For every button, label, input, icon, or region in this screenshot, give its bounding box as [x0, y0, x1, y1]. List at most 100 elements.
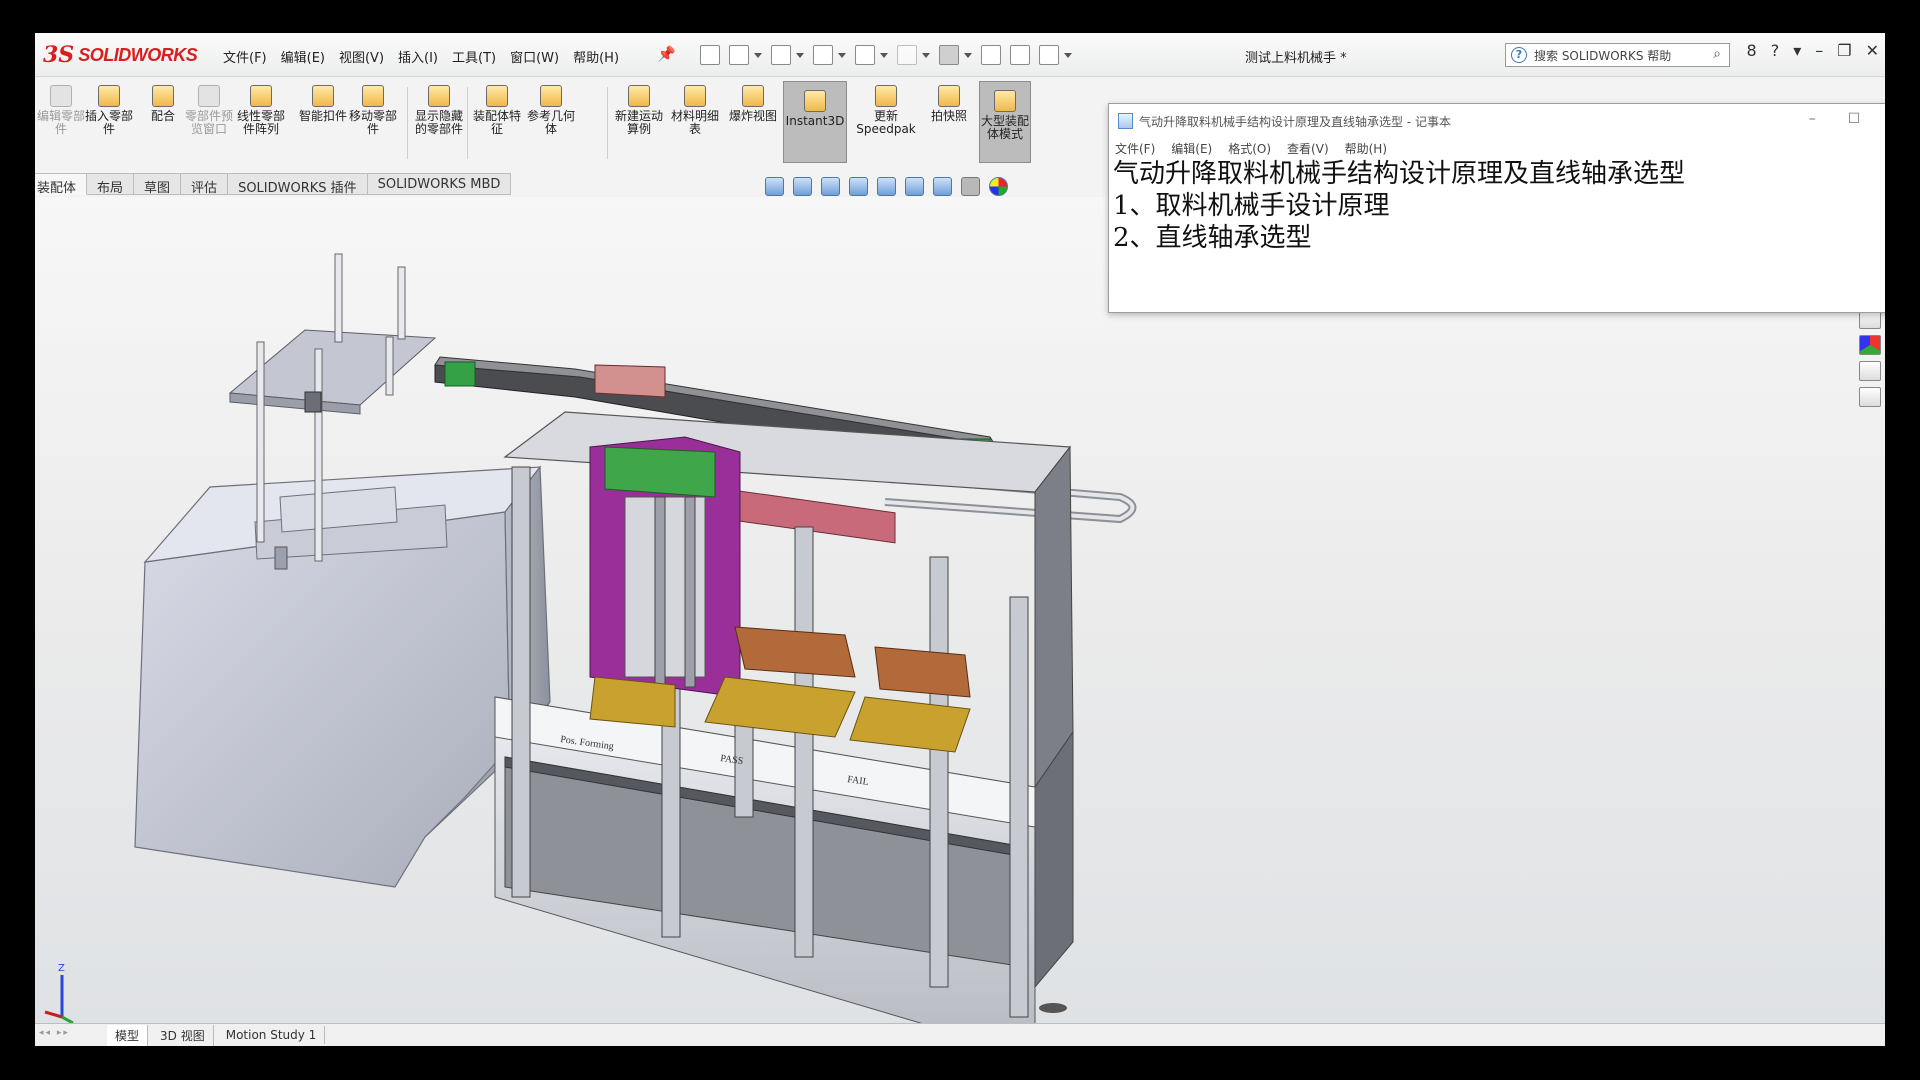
dynamic-annotation-icon[interactable] [877, 177, 896, 196]
speedpak-icon [875, 85, 897, 107]
appearances-icon[interactable] [1859, 335, 1881, 355]
menu-view[interactable]: 视图(V) [339, 47, 384, 66]
tab-sketch[interactable]: 草图 [134, 173, 182, 196]
menu-help[interactable]: 帮助(H) [573, 47, 619, 66]
bill-of-materials-button[interactable]: 材料明细表 [669, 85, 721, 136]
tray-forming[interactable] [589, 676, 676, 728]
tab-addins[interactable]: SOLIDWORKS 插件 [228, 173, 368, 196]
reference-geometry-icon [540, 85, 562, 107]
restore-button[interactable]: ❐ [1837, 41, 1851, 60]
show-hidden-components-button[interactable]: 显示隐藏的零部件 [413, 85, 465, 136]
undo-icon[interactable] [897, 45, 917, 65]
bom-icon [684, 85, 706, 107]
chevron-down-icon[interactable] [880, 52, 888, 58]
zoom-to-area-icon[interactable] [793, 177, 812, 196]
notepad-text-area[interactable]: 气动升降取料机械手结构设计原理及直线轴承选型 1、取料机械手设计原理 2、直线轴… [1113, 158, 1685, 254]
command-label: 新建运动算例 [614, 109, 663, 136]
appearance-icon[interactable] [989, 177, 1008, 196]
tab-layout[interactable]: 布局 [87, 173, 135, 196]
chevron-down-icon[interactable] [796, 52, 804, 58]
notepad-window[interactable]: 气动升降取料机械手结构设计原理及直线轴承选型 - 记事本 – ☐ ✕ 文件(F)… [1108, 103, 1885, 313]
solidworks-logo[interactable]: 3S SOLIDWORKS [43, 40, 198, 70]
display-style-icon[interactable] [933, 177, 952, 196]
new-document-icon[interactable] [729, 45, 749, 65]
search-icon[interactable]: ⌕ [1713, 46, 1721, 62]
reference-geometry-button[interactable]: 参考几何体 [525, 85, 577, 136]
tab-motion-study[interactable]: Motion Study 1 [218, 1026, 326, 1044]
notepad-title-bar[interactable]: 气动升降取料机械手结构设计原理及直线轴承选型 - 记事本 [1109, 104, 1885, 138]
help-icon[interactable]: ? [1771, 41, 1780, 60]
graphics-area[interactable]: Pos. Forming PASS FAIL Z [35, 197, 1885, 1046]
exploded-view-button[interactable]: 爆炸视图 [727, 85, 779, 123]
assembly-features-button[interactable]: 装配体特征 [471, 85, 523, 136]
assembly-model[interactable]: Pos. Forming PASS FAIL [35, 197, 1885, 1046]
logo-wordmark: SOLIDWORKS [78, 44, 198, 65]
notepad-maximize-button[interactable]: ☐ [1848, 111, 1861, 127]
hide-show-items-icon[interactable] [961, 177, 980, 196]
edit-component-button[interactable]: 编辑零部件 [35, 85, 87, 136]
new-motion-study-button[interactable]: 新建运动算例 [613, 85, 665, 136]
pin-menu-icon[interactable]: 📌 [657, 45, 676, 63]
chevron-down-icon[interactable] [922, 52, 930, 58]
menu-edit[interactable]: 编辑(E) [281, 47, 325, 66]
user-account-icon[interactable]: 8 [1747, 41, 1757, 60]
help-dropdown-icon[interactable]: ▾ [1793, 41, 1801, 60]
zoom-to-fit-icon[interactable] [765, 177, 784, 196]
take-snapshot-button[interactable]: 拍快照 [923, 85, 975, 123]
chevron-down-icon[interactable] [1064, 52, 1072, 58]
tab-evaluate[interactable]: 评估 [181, 173, 229, 196]
custom-properties-icon[interactable] [1859, 361, 1881, 381]
menu-tools[interactable]: 工具(T) [452, 47, 496, 66]
solidworks-window: 3S SOLIDWORKS 文件(F) 编辑(E) 视图(V) 插入(I) 工具… [35, 33, 1885, 1046]
insert-component-button[interactable]: 插入零部件 [83, 85, 135, 136]
options-gear-icon[interactable] [1039, 45, 1059, 65]
rebuild-icon[interactable] [981, 45, 1001, 65]
move-component-button[interactable]: 移动零部件 [347, 85, 399, 136]
open-folder-icon[interactable] [771, 45, 791, 65]
menu-insert[interactable]: 插入(I) [398, 47, 438, 66]
tray-fail[interactable] [849, 646, 971, 753]
forum-icon[interactable] [1859, 387, 1881, 407]
notepad-minimize-button[interactable]: – [1809, 111, 1816, 127]
tab-model[interactable]: 模型 [107, 1024, 149, 1046]
menu-file[interactable]: 文件(F) [223, 47, 267, 66]
section-view-icon[interactable] [849, 177, 868, 196]
edit-component-icon [50, 85, 72, 107]
help-search-field[interactable]: ? 搜索 SOLIDWORKS 帮助 ⌕ [1505, 43, 1730, 67]
command-label: 爆炸视图 [728, 109, 777, 123]
command-label: 智能扣件 [298, 109, 347, 123]
print-icon[interactable] [855, 45, 875, 65]
chevron-down-icon[interactable] [964, 52, 972, 58]
close-button[interactable]: ✕ [1866, 41, 1879, 60]
notepad-menu-edit[interactable]: 编辑(E) [1171, 140, 1212, 157]
minimize-button[interactable]: – [1815, 41, 1823, 60]
large-assembly-mode-button[interactable]: 大型装配体模式 [979, 81, 1031, 163]
feeder-base[interactable] [134, 465, 551, 888]
tab-mbd[interactable]: SOLIDWORKS MBD [367, 173, 512, 195]
save-icon[interactable] [813, 45, 833, 65]
menu-window[interactable]: 窗口(W) [510, 47, 559, 66]
tab-assembly[interactable]: 装配体 [35, 173, 88, 196]
chevron-down-icon[interactable] [838, 52, 846, 58]
notepad-menu-help[interactable]: 帮助(H) [1345, 140, 1387, 157]
notepad-menu-file[interactable]: 文件(F) [1115, 140, 1155, 157]
select-pointer-icon[interactable] [939, 45, 959, 65]
chevron-down-icon[interactable] [754, 52, 762, 58]
linear-pattern-button[interactable]: 线性零部件阵列 [235, 85, 287, 136]
update-speedpak-button[interactable]: 更新Speedpak [853, 85, 919, 136]
previous-view-icon[interactable] [821, 177, 840, 196]
smart-fasteners-button[interactable]: 智能扣件 [297, 85, 349, 123]
gripper-head[interactable] [589, 436, 741, 698]
view-orientation-icon[interactable] [905, 177, 924, 196]
home-icon[interactable] [700, 45, 720, 65]
component-preview-button[interactable]: 零部件预览窗口 [183, 85, 235, 136]
notepad-menu-view[interactable]: 查看(V) [1287, 140, 1329, 157]
tab-scroll-arrows-icon[interactable]: ◂◂ ▸▸ [39, 1028, 103, 1042]
mate-button[interactable]: 配合 [137, 85, 189, 123]
tab-3d-views[interactable]: 3D 视图 [152, 1024, 214, 1046]
toolbar-separator [607, 87, 608, 159]
instant3d-button[interactable]: Instant3D [783, 81, 847, 163]
notepad-menu-format[interactable]: 格式(O) [1228, 140, 1271, 157]
document-title: 测试上料机械手 * [1245, 51, 1347, 66]
file-properties-icon[interactable] [1010, 45, 1030, 65]
